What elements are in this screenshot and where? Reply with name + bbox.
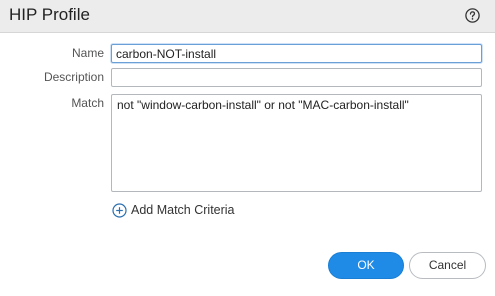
match-label: Match [71,96,104,110]
name-label: Name [71,46,104,60]
description-label: Description [43,70,104,84]
add-match-criteria-label: Add Match Criteria [131,203,235,217]
help-icon[interactable] [465,8,480,23]
name-field[interactable] [111,44,482,63]
description-field[interactable] [111,68,482,87]
cancel-button[interactable]: Cancel [409,252,486,279]
dialog-header: HIP Profile [0,0,495,33]
ok-button[interactable]: OK [328,252,404,279]
hip-profile-dialog: HIP Profile Name Description Match not "… [0,0,495,296]
match-field[interactable]: not "window-carbon-install" or not "MAC-… [111,94,482,192]
add-circle-icon [112,202,127,218]
add-match-criteria-link[interactable]: Add Match Criteria [112,202,235,218]
match-expression: not "window-carbon-install" or not "MAC-… [117,98,409,112]
dialog-title: HIP Profile [9,5,90,24]
